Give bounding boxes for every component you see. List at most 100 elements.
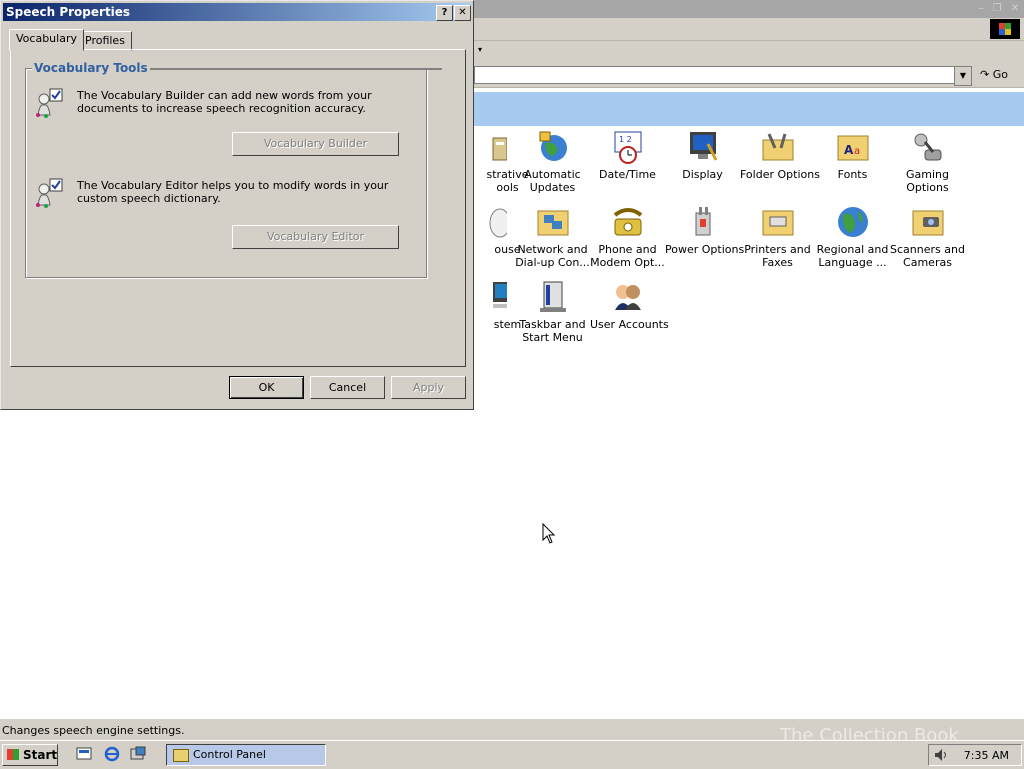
group-title: Vocabulary Tools — [32, 61, 441, 75]
cp-item-label: Power Options — [665, 243, 745, 256]
vocabulary-editor-button[interactable]: Vocabulary Editor — [232, 225, 399, 249]
address-dropdown-icon[interactable]: ▼ — [954, 66, 972, 86]
close-button[interactable]: ✕ — [454, 5, 471, 21]
cp-item-label: Regional and Language ... — [816, 243, 889, 269]
toolbar-dropdown-arrow-icon[interactable]: ▾ — [478, 45, 482, 54]
telephone-icon — [613, 208, 642, 236]
cp-item-label: Fonts — [837, 168, 868, 181]
go-button[interactable]: ↷ Go — [980, 66, 1008, 84]
watermark: The Collection Book — [780, 725, 959, 746]
globe-icon — [837, 207, 868, 237]
ok-button[interactable]: OK — [229, 376, 304, 399]
cp-item-label: Printers and Faxes — [744, 243, 811, 269]
cp-item-label: Phone and Modem Opt... — [590, 243, 665, 269]
close-icon: ✕ — [458, 7, 467, 18]
cp-item-display[interactable]: Display — [665, 130, 740, 181]
cp-item-folder-options[interactable]: Folder Options — [740, 130, 820, 181]
tab-profiles[interactable]: Profiles — [78, 31, 132, 51]
dialog-title: Speech Properties — [6, 5, 131, 19]
cp-item-power-options[interactable]: Power Options — [665, 205, 744, 256]
address-input[interactable] — [474, 66, 956, 84]
vocabulary-builder-icon — [36, 88, 63, 118]
svg-text:a: a — [854, 146, 860, 157]
mouse-icon — [489, 208, 507, 238]
quick-launch-app-icon[interactable] — [130, 746, 146, 762]
volume-icon[interactable] — [933, 747, 949, 763]
cp-item-label: Automatic Updates — [524, 168, 581, 194]
taskbar-icon — [539, 281, 566, 312]
help-icon: ? — [441, 7, 448, 18]
cp-item-fonts[interactable]: Aa Fonts — [815, 130, 890, 181]
close-icon[interactable]: ✕ — [1008, 2, 1022, 15]
folder-icon — [173, 749, 189, 762]
vocabulary-builder-description: The Vocabulary Builder can add new words… — [77, 89, 372, 115]
cp-item-label: Date/Time — [599, 168, 656, 181]
tab-label: Vocabulary — [16, 32, 77, 45]
button-label: Vocabulary Builder — [263, 137, 368, 150]
svg-text:1 2: 1 2 — [619, 135, 632, 144]
fonts-folder-icon: Aa — [837, 135, 868, 161]
cp-item-date-time[interactable]: 1 2 Date/Time — [590, 130, 665, 181]
speech-properties-dialog: Speech Properties ? ✕ Vocabulary Profile… — [0, 0, 474, 410]
vocabulary-tab-panel: Vocabulary Tools The Vocabulary Builder … — [10, 49, 466, 367]
computer-icon — [492, 282, 507, 308]
restore-icon[interactable]: ❐ — [990, 2, 1004, 15]
button-label: OK — [258, 381, 275, 394]
dialog-titlebar[interactable]: Speech Properties ? ✕ — [3, 3, 471, 21]
task-label: Control Panel — [193, 748, 266, 761]
folder-options-icon — [762, 133, 793, 161]
show-desktop-icon[interactable] — [76, 746, 92, 762]
cp-item-automatic-updates[interactable]: Automatic Updates — [515, 130, 590, 194]
tab-vocabulary[interactable]: Vocabulary — [9, 29, 84, 51]
cp-item-taskbar[interactable]: Taskbar and Start Menu — [515, 280, 590, 344]
go-arrow-icon: ↷ — [980, 68, 990, 81]
windows-logo-icon — [990, 19, 1020, 39]
vocabulary-builder-button[interactable]: Vocabulary Builder — [232, 132, 399, 156]
cp-item-label: Network and Dial-up Con... — [515, 243, 590, 269]
mouse-pointer-icon — [542, 523, 556, 544]
start-label: Start — [23, 748, 58, 762]
scanner-folder-icon — [912, 210, 943, 236]
taskbar-control-panel-button[interactable]: Control Panel — [166, 744, 326, 766]
printer-folder-icon — [762, 210, 793, 236]
apply-button[interactable]: Apply — [391, 376, 466, 399]
svg-text:A: A — [844, 143, 854, 157]
user-accounts-icon — [614, 285, 641, 310]
cp-item-label: Taskbar and Start Menu — [519, 318, 586, 344]
admin-tools-icon — [492, 137, 507, 161]
button-label: Vocabulary Editor — [266, 230, 365, 243]
cp-item-printers[interactable]: Printers and Faxes — [740, 205, 815, 269]
button-label: Cancel — [328, 381, 367, 394]
vocabulary-editor-description: The Vocabulary Editor helps you to modif… — [77, 179, 389, 205]
cp-item-label: Gaming Options — [906, 168, 949, 194]
cp-item-label: Folder Options — [740, 168, 820, 181]
system-tray: 7:35 AM — [928, 744, 1022, 766]
windows-flag-icon — [7, 749, 19, 760]
joystick-icon — [914, 133, 941, 161]
cp-item-label: User Accounts — [590, 318, 669, 331]
internet-explorer-icon[interactable] — [104, 746, 120, 762]
cp-item-label: Scanners and Cameras — [890, 243, 965, 269]
start-button[interactable]: Start — [2, 744, 58, 766]
cp-item-phone-modem[interactable]: Phone and Modem Opt... — [590, 205, 665, 269]
monitor-icon — [689, 132, 717, 161]
tab-label: Profiles — [85, 34, 125, 47]
clock[interactable]: 7:35 AM — [964, 749, 1009, 762]
vocabulary-tools-group: Vocabulary Tools The Vocabulary Builder … — [25, 61, 441, 278]
globe-update-icon — [539, 131, 567, 161]
minimize-icon[interactable]: ‒ — [974, 2, 988, 15]
cp-item-user-accounts[interactable]: User Accounts — [590, 280, 669, 331]
vocabulary-editor-icon — [36, 178, 63, 208]
cp-item-network[interactable]: Network and Dial-up Con... — [515, 205, 590, 269]
status-text: Changes speech engine settings. — [2, 724, 185, 737]
cp-item-regional[interactable]: Regional and Language ... — [815, 205, 890, 269]
calendar-clock-icon: 1 2 — [614, 131, 641, 164]
cp-item-label: Display — [682, 168, 723, 181]
cancel-button[interactable]: Cancel — [310, 376, 385, 399]
network-folder-icon — [537, 210, 568, 236]
go-label: Go — [992, 68, 1008, 81]
help-button[interactable]: ? — [436, 5, 453, 21]
cp-item-gaming-options[interactable]: Gaming Options — [890, 130, 965, 194]
button-label: Apply — [412, 381, 445, 394]
cp-item-scanners[interactable]: Scanners and Cameras — [890, 205, 965, 269]
